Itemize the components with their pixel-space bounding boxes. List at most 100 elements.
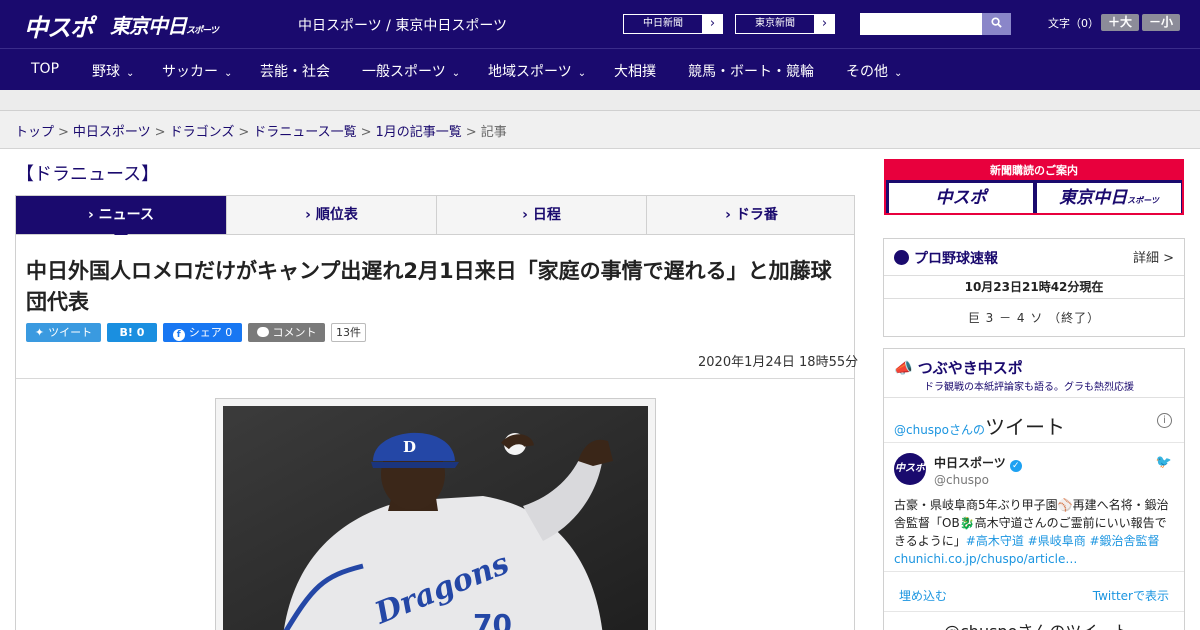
- nav-item-top[interactable]: TOP: [31, 61, 59, 77]
- nav-item-soccer[interactable]: サッカー ⌄: [162, 61, 232, 81]
- nav-label: その他: [846, 64, 888, 80]
- twitter-bird-icon[interactable]: 🐦: [1156, 455, 1172, 470]
- tweet-text: 古豪・県岐阜商5年ぶり甲子園⚾再建へ名将・鍛治舎監督「OB🐉高木守道さんのご霊前…: [894, 496, 1176, 568]
- chevron-right-icon: ›: [709, 16, 716, 31]
- breadcrumb-link-dora-news[interactable]: ドラニュース一覧: [253, 125, 356, 140]
- chevron-down-icon: ⌄: [577, 68, 587, 79]
- news-tabs: › ニュース › 順位表 › 日程 › ドラ番: [15, 195, 856, 242]
- tweet-author[interactable]: 中日スポーツ ✓: [934, 454, 1022, 472]
- timeline-user: @chuspoさんの: [894, 423, 986, 437]
- tweet-author-name: 中日スポーツ: [934, 456, 1006, 470]
- site-title[interactable]: 中日スポーツ / 東京中日スポーツ: [298, 15, 507, 35]
- tokyo-shimbun-link[interactable]: 東京新聞 ›: [734, 13, 836, 35]
- nav-item-racing[interactable]: 競馬・ボート・競輪: [688, 61, 814, 81]
- promo-chuspo-logo[interactable]: 中スポ: [889, 183, 1033, 213]
- breadcrumb-separator: >: [238, 125, 250, 140]
- nav-item-baseball[interactable]: 野球 ⌄: [92, 61, 134, 81]
- timeline-header[interactable]: @chuspoさんのツイート: [894, 411, 1065, 440]
- chuspo-logo[interactable]: 中スポ: [24, 8, 94, 43]
- baseball-emoji-icon: ⚾: [1057, 498, 1073, 512]
- tweet-link[interactable]: chunichi.co.jp/chuspo/article…: [894, 552, 1077, 566]
- nav-item-general-sports[interactable]: 一般スポーツ ⌄: [362, 61, 460, 81]
- tokyo-logo-small: スポーツ: [186, 26, 219, 36]
- nav-label: 野球: [92, 64, 120, 80]
- timeline-label: ツイート: [985, 415, 1066, 439]
- promo-tokyo-text: 東京中日: [1059, 188, 1128, 208]
- font-smaller-button[interactable]: －小: [1142, 14, 1180, 31]
- baseball-scores-panel: プロ野球速報 詳細 > 10月23日21時42分現在 巨 3 － 4 ソ （終了…: [883, 238, 1185, 337]
- tab-schedule[interactable]: › 日程: [436, 196, 646, 234]
- promo-title: 新聞購読のご案内: [886, 161, 1182, 180]
- tweets-panel: 📣 つぶやき中スポ ドラ観戦の本紙評論家も語る。グラも熱烈応援 @chuspoさん…: [883, 348, 1185, 630]
- tab-dora-ban[interactable]: › ドラ番: [646, 196, 856, 234]
- font-larger-button[interactable]: ＋大: [1101, 14, 1139, 31]
- chevron-down-icon: ⌄: [451, 68, 461, 79]
- ext-link-label: 中日新聞: [623, 14, 703, 34]
- article-headline: 中日外国人ロメロだけがキャンプ出遅れ2月1日来日「家庭の事情で遅れる」と加藤球団…: [26, 259, 832, 314]
- chevron-down-icon: ⌄: [894, 68, 903, 79]
- section-title: 【ドラニュース】: [16, 164, 160, 185]
- twitter-icon: ✦: [34, 326, 45, 339]
- nav-item-entertainment[interactable]: 芸能・社会: [260, 61, 330, 81]
- breadcrumb-current: 記事: [480, 125, 507, 140]
- chevron-down-icon: ⌄: [224, 68, 233, 79]
- facebook-share-button[interactable]: f シェア 0: [163, 323, 242, 342]
- timeline-footer[interactable]: @chuspoさんのツイート: [944, 618, 1129, 630]
- search-button[interactable]: [982, 13, 1011, 35]
- tokyo-chunichi-logo[interactable]: 東京中日スポーツ: [110, 10, 219, 39]
- info-icon[interactable]: i: [1157, 413, 1172, 428]
- comment-icon: [256, 327, 269, 337]
- baseball-icon: [894, 250, 909, 265]
- avatar[interactable]: 中スポ: [894, 453, 926, 485]
- tweet-label: ツイート: [48, 326, 93, 339]
- nav-label: 地域スポーツ: [488, 64, 572, 80]
- nav-item-regional-sports[interactable]: 地域スポーツ ⌄: [488, 61, 586, 81]
- baseball-update-time: 10月23日21時42分現在: [884, 275, 1184, 299]
- promo-tokyo-logo[interactable]: 東京中日スポーツ: [1037, 183, 1181, 213]
- tokyo-logo-text: 東京中日: [110, 14, 187, 38]
- chevron-down-icon: ⌄: [126, 68, 135, 79]
- breadcrumb-link-dragons[interactable]: ドラゴンズ: [170, 125, 235, 140]
- tweets-panel-title: 📣 つぶやき中スポ: [894, 357, 1023, 378]
- tweets-subtitle: ドラ観戦の本紙評論家も語る。グラも熱烈応援: [924, 382, 1134, 393]
- baseball-panel-title: プロ野球速報: [894, 248, 998, 268]
- baseball-score[interactable]: 巨 3 － 4 ソ （終了）: [884, 309, 1184, 326]
- promo-tokyo-small: スポーツ: [1127, 196, 1159, 205]
- nav-label: TOP: [31, 61, 60, 77]
- breadcrumb-separator: >: [154, 125, 166, 140]
- tweet-button[interactable]: ✦ ツイート: [26, 323, 101, 342]
- nav-label: 芸能・社会: [260, 64, 330, 80]
- nav-label: 一般スポーツ: [362, 64, 446, 80]
- tab-news[interactable]: › ニュース: [16, 196, 226, 242]
- breadcrumb-link-january[interactable]: 1月の記事一覧: [376, 125, 462, 140]
- chevron-right-icon: ›: [821, 16, 828, 31]
- breadcrumb-link-top[interactable]: トップ: [15, 125, 54, 140]
- nav-label: サッカー: [162, 64, 218, 80]
- divider: [884, 611, 1184, 612]
- baseball-detail-link[interactable]: 詳細 >: [1133, 247, 1174, 266]
- view-on-twitter-link[interactable]: Twitterで表示: [1093, 587, 1169, 604]
- comment-count[interactable]: 13件: [331, 323, 366, 342]
- nav-item-other[interactable]: その他 ⌄: [846, 61, 902, 81]
- ext-link-label: 東京新聞: [735, 14, 815, 34]
- breadcrumb-link-chunichi-sports[interactable]: 中日スポーツ: [73, 125, 151, 140]
- dragon-emoji-icon: 🐉: [959, 516, 975, 530]
- subscription-promo[interactable]: 新聞購読のご案内 中スポ 東京中日スポーツ: [884, 159, 1184, 215]
- search-input[interactable]: [860, 13, 982, 35]
- font-size-label: 文字（0）: [1048, 17, 1099, 30]
- hatena-bookmark-button[interactable]: B! 0: [107, 323, 157, 342]
- chunichi-shimbun-link[interactable]: 中日新聞 ›: [622, 13, 724, 35]
- nav-label: 大相撲: [614, 64, 656, 80]
- nav-label: 競馬・ボート・競輪: [688, 64, 814, 80]
- verified-icon: ✓: [1009, 460, 1022, 472]
- divider: [884, 442, 1184, 443]
- article-photo[interactable]: D Dragons 70: [223, 406, 648, 630]
- comment-button[interactable]: コメント: [248, 323, 325, 342]
- tweet-handle[interactable]: @chuspo: [934, 473, 989, 487]
- megaphone-icon: 📣: [894, 359, 913, 377]
- tweet-hashtags[interactable]: #高木守道 #県岐阜商 #鍛治舎監督: [966, 534, 1160, 548]
- embed-link[interactable]: 埋め込む: [899, 587, 947, 604]
- svg-text:D: D: [403, 438, 416, 456]
- nav-item-sumo[interactable]: 大相撲: [614, 61, 656, 81]
- tab-standings[interactable]: › 順位表: [226, 196, 436, 234]
